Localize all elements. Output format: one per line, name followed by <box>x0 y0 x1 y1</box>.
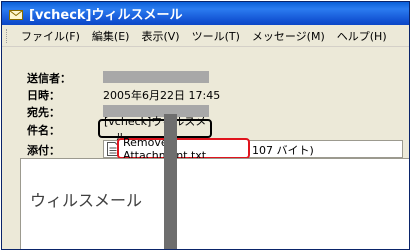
left-margin <box>2 158 20 249</box>
attachment-highlight[interactable]: Removed Attachment.txt <box>117 136 250 162</box>
date-label: 日時： <box>27 89 60 102</box>
date-value: 2005年6月22日 17:45 <box>103 89 221 102</box>
annotation-bar <box>164 114 177 249</box>
menu-tools[interactable]: ツール(T) <box>186 28 246 44</box>
message-body[interactable]: ウィルスメール <box>20 158 409 249</box>
from-label: 送信者： <box>27 72 71 85</box>
to-label: 宛先： <box>27 106 60 119</box>
menu-view[interactable]: 表示(V) <box>135 28 185 44</box>
envelope-icon <box>8 6 24 22</box>
body-text: ウィルスメール <box>30 191 143 210</box>
menu-edit[interactable]: 編集(E) <box>86 28 136 44</box>
menu-help[interactable]: ヘルプ(H) <box>331 28 393 44</box>
subject-label: 件名： <box>27 124 60 137</box>
toolbar-grip[interactable] <box>6 28 9 43</box>
window-title: [vcheck]ウィルスメール <box>29 8 183 23</box>
attachment-size: 107 バイト) <box>252 144 314 157</box>
message-window: [vcheck]ウィルスメール ファイル(F) 編集(E) 表示(V) ツール(… <box>1 1 410 250</box>
menu-message[interactable]: メッセージ(M) <box>246 28 331 44</box>
attach-label: 添付： <box>27 144 60 157</box>
menu-bar: ファイル(F) 編集(E) 表示(V) ツール(T) メッセージ(M) ヘルプ(… <box>2 25 409 47</box>
from-redacted <box>103 71 209 83</box>
menu-file[interactable]: ファイル(F) <box>15 28 86 44</box>
title-bar[interactable]: [vcheck]ウィルスメール <box>2 2 409 25</box>
message-header: 送信者： 日時： 2005年6月22日 17:45 宛先： 件名： [vchec… <box>2 48 409 162</box>
